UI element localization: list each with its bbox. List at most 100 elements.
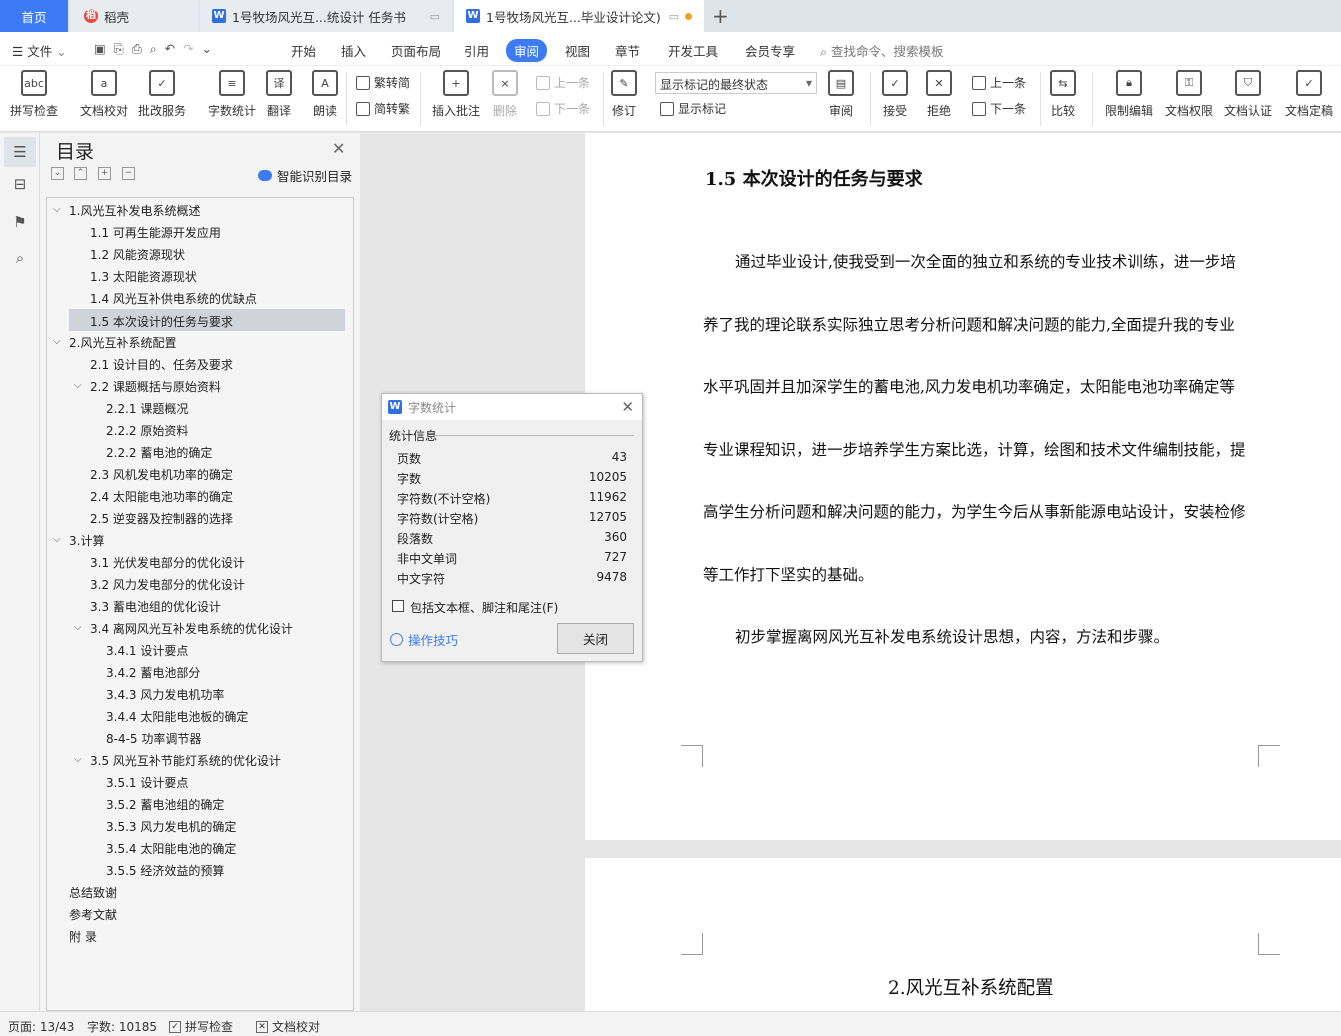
review-pane-button[interactable]: ▤ 审阅 xyxy=(828,70,854,119)
toc-item[interactable]: 1.4 风光互补供电系统的优缺点 xyxy=(90,290,257,307)
bookmark-icon[interactable]: ⚑ xyxy=(10,213,30,233)
status-proof[interactable]: ✕ 文档校对 xyxy=(256,1018,320,1035)
add-level-icon[interactable]: + xyxy=(98,167,111,180)
tab-doc1[interactable]: W 1号牧场风光互...统设计 任务书 ▭ xyxy=(200,0,452,32)
include-textbox-checkbox[interactable] xyxy=(392,600,404,612)
export-icon[interactable]: ⎘ xyxy=(114,41,124,56)
new-tab-button[interactable]: + xyxy=(712,4,729,28)
search-icon[interactable]: ⌕ xyxy=(10,249,30,269)
toc-item[interactable]: 2.2 课题概括与原始资料 xyxy=(90,378,221,395)
toc-item[interactable]: 1.3 太阳能资源现状 xyxy=(90,268,197,285)
accept-button[interactable]: ✓ 接受 xyxy=(882,70,908,119)
screen-icon[interactable]: ▭ xyxy=(669,10,679,23)
toc-item[interactable]: 3.5 风光互补节能灯系统的优化设计 xyxy=(90,752,281,769)
toc-item[interactable]: 1.1 可再生能源开发应用 xyxy=(90,224,221,241)
word-count-indicator[interactable]: 字数: 10185 xyxy=(87,1018,157,1035)
word-count-button[interactable]: ≡ 字数统计 xyxy=(208,70,256,119)
toc-item[interactable]: 1.风光互补发电系统概述 xyxy=(69,202,200,219)
chevron-down-icon[interactable]: ⌵ xyxy=(53,204,61,215)
chevron-down-icon[interactable]: ⌵ xyxy=(74,622,82,633)
chevron-down-icon[interactable]: ⌵ xyxy=(74,380,82,391)
insert-comment-button[interactable]: + 插入批注 xyxy=(432,70,480,119)
toc-item[interactable]: 3.2 风力发电部分的优化设计 xyxy=(90,576,245,593)
toc-icon[interactable]: ☰ xyxy=(4,137,36,167)
toc-item[interactable]: 3.1 光伏发电部分的优化设计 xyxy=(90,554,245,571)
toc-item[interactable]: 2.3 风机发电机功率的确定 xyxy=(90,466,233,483)
document-page[interactable]: 1.5 本次设计的任务与要求 通过毕业设计,使我受到一次全面的独立和系统的专业技… xyxy=(585,133,1341,840)
doc-cert-button[interactable]: ⛉ 文档认证 xyxy=(1224,70,1272,119)
tab-wps[interactable]: 稻稻壳 xyxy=(70,0,198,32)
toc-item[interactable]: 1.5 本次设计的任务与要求 xyxy=(69,309,345,331)
toc-item[interactable]: 8-4-5 功率调节器 xyxy=(106,730,201,747)
status-spell-check[interactable]: ✓ 拼写检查 xyxy=(169,1018,233,1035)
chapter-nav-icon[interactable]: ⊟ xyxy=(10,175,30,195)
toc-item[interactable]: 3.5.4 太阳能电池的确定 xyxy=(106,840,236,857)
menu-start[interactable]: 开始 xyxy=(291,41,316,60)
toc-item[interactable]: 3.3 蓄电池组的优化设计 xyxy=(90,598,221,615)
toc-item[interactable]: 2.2.1 课题概况 xyxy=(106,400,188,417)
toc-item[interactable]: 3.4.1 设计要点 xyxy=(106,642,188,659)
reject-button[interactable]: ✕ 拒绝 xyxy=(926,70,952,119)
close-icon[interactable]: ✕ xyxy=(621,398,634,416)
menu-member[interactable]: 会员专享 xyxy=(745,41,795,60)
smart-toc-button[interactable]: 智能识别目录 xyxy=(258,166,352,185)
toc-item[interactable]: 3.4.3 风力发电机功率 xyxy=(106,686,224,703)
screen-icon[interactable]: ▭ xyxy=(430,10,440,23)
chevron-down-icon[interactable]: ⌵ xyxy=(53,534,61,545)
markup-state-select[interactable]: 显示标记的最终状态 ▾ xyxy=(655,72,817,94)
save-icon[interactable]: ▣ xyxy=(94,41,106,56)
revise-button[interactable]: ✎ 修订 xyxy=(611,70,637,119)
toc-item[interactable]: 3.5.2 蓄电池组的确定 xyxy=(106,796,224,813)
undo-icon[interactable]: ↶ xyxy=(165,41,175,56)
doc-finalize-button[interactable]: ✓ 文档定稿 xyxy=(1285,70,1333,119)
menu-layout[interactable]: 页面布局 xyxy=(391,41,441,60)
batch-service-button[interactable]: ✓ 批改服务 xyxy=(138,70,186,119)
toc-item[interactable]: 3.5.3 风力发电机的确定 xyxy=(106,818,236,835)
chevron-down-icon[interactable]: ⌵ xyxy=(74,754,82,765)
redo-icon[interactable]: ↷ xyxy=(183,41,193,56)
prev-change-button[interactable]: 上一条 xyxy=(972,74,1026,91)
menu-insert[interactable]: 插入 xyxy=(341,41,366,60)
collapse-all-icon[interactable]: ⌄ xyxy=(51,167,64,180)
prev-comment-button[interactable]: 上一条 xyxy=(536,74,590,91)
toc-item[interactable]: 3.5.5 经济效益的预算 xyxy=(106,862,224,879)
document-page[interactable]: 2.风光互补系统配置 xyxy=(585,858,1341,1011)
toc-item[interactable]: 1.2 风能资源现状 xyxy=(90,246,185,263)
tips-link[interactable]: 操作技巧 xyxy=(390,630,458,649)
translate-button[interactable]: 译翻译 xyxy=(266,70,292,119)
restrict-edit-button[interactable]: 🔒︎ 限制编辑 xyxy=(1105,70,1153,119)
toc-item[interactable]: 2.5 逆变器及控制器的选择 xyxy=(90,510,233,527)
toc-item[interactable]: 3.4.2 蓄电池部分 xyxy=(106,664,200,681)
toc-item[interactable]: 3.4.4 太阳能电池板的确定 xyxy=(106,708,248,725)
toc-item[interactable]: 总结致谢 xyxy=(69,884,117,901)
close-button[interactable]: 关闭 xyxy=(557,623,634,654)
menu-references[interactable]: 引用 xyxy=(464,41,489,60)
toc-item[interactable]: 参考文献 xyxy=(69,906,117,923)
next-comment-button[interactable]: 下一条 xyxy=(536,100,590,117)
toc-item[interactable]: 2.2.2 原始资料 xyxy=(106,422,188,439)
print-icon[interactable]: ⎙ xyxy=(132,41,142,56)
simp-to-trad-button[interactable]: 简转繁 xyxy=(356,100,410,117)
tab-home[interactable]: 首页 xyxy=(0,0,68,32)
read-aloud-button[interactable]: A 朗读 xyxy=(312,70,338,119)
compare-button[interactable]: ⇆ 比较 xyxy=(1050,70,1076,119)
doc-proof-button[interactable]: a 文档校对 xyxy=(80,70,128,119)
toc-item[interactable]: 3.4 离网风光互补发电系统的优化设计 xyxy=(90,620,293,637)
toc-item[interactable]: 2.1 设计目的、任务及要求 xyxy=(90,356,233,373)
expand-up-icon[interactable]: ⌃ xyxy=(74,167,87,180)
file-menu[interactable]: ☰ 文件 ⌄ xyxy=(12,41,67,60)
show-markup-button[interactable]: 显示标记 xyxy=(660,100,726,117)
delete-comment-button[interactable]: × 删除 xyxy=(492,70,518,119)
command-search[interactable]: ⌕ 查找命令、搜索模板 xyxy=(820,41,944,60)
menu-view[interactable]: 视图 xyxy=(565,41,590,60)
toc-item[interactable]: 2.2.2 蓄电池的确定 xyxy=(106,444,212,461)
next-change-button[interactable]: 下一条 xyxy=(972,100,1026,117)
toc-item[interactable]: 2.风光互补系统配置 xyxy=(69,334,176,351)
toc-item[interactable]: 3.计算 xyxy=(69,532,104,549)
customize-icon[interactable]: ⌄ xyxy=(202,41,212,56)
trad-to-simp-button[interactable]: 繁转简 xyxy=(356,74,410,91)
toc-item[interactable]: 2.4 太阳能电池功率的确定 xyxy=(90,488,233,505)
chevron-down-icon[interactable]: ⌵ xyxy=(53,336,61,347)
tab-doc2[interactable]: W 1号牧场风光互...毕业设计论文) ▭ xyxy=(454,0,704,32)
page-indicator[interactable]: 页面: 13/43 xyxy=(8,1018,74,1035)
